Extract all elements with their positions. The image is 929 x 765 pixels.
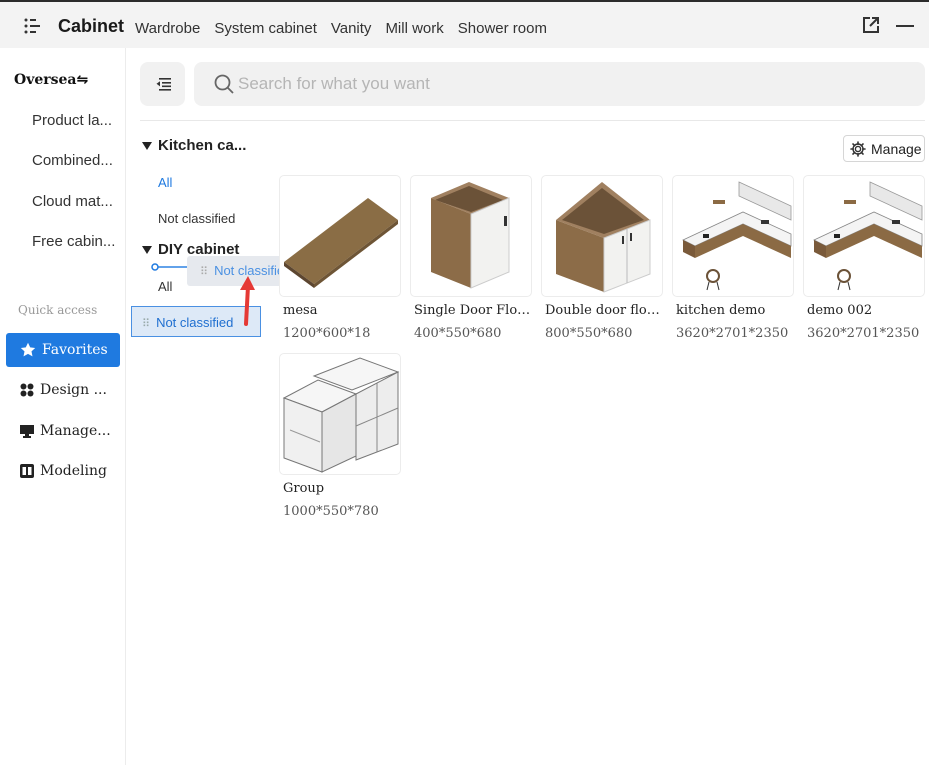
search-bar xyxy=(194,62,925,106)
product-thumbnail xyxy=(672,175,794,297)
nav-modeling[interactable]: Modeling xyxy=(6,454,120,488)
annotation-arrow-icon xyxy=(240,276,255,326)
product-thumbnail xyxy=(279,353,401,475)
collapse-panel-button[interactable] xyxy=(140,62,185,106)
drag-handle-icon: ⠿ xyxy=(200,266,209,278)
app-title: Cabinet xyxy=(58,16,125,36)
tab-shower-room[interactable]: Shower room xyxy=(458,20,547,37)
category-kitchen-label: Kitchen ca... xyxy=(158,137,247,154)
tab-vanity[interactable]: Vanity xyxy=(331,20,372,37)
sidebar-item-free-cabinet[interactable]: Free cabin... xyxy=(32,233,120,250)
title-bar: Cabinet Wardrobe System cabinet Vanity M… xyxy=(0,0,929,48)
nav-favorites-label: Favorites xyxy=(42,342,108,358)
sidebar: Oversea⇋ Product la... Combined... Cloud… xyxy=(0,48,126,765)
product-size: 3620*2701*2350 xyxy=(676,326,789,341)
category-diy-item-all[interactable]: All xyxy=(158,279,172,294)
product-thumbnail xyxy=(410,175,532,297)
product-size: 1000*550*780 xyxy=(283,504,379,519)
design-icon xyxy=(20,383,34,397)
product-card[interactable]: kitchen demo 3620*2701*2350 xyxy=(672,175,796,341)
product-thumbnail xyxy=(541,175,663,297)
manage-label: Manage xyxy=(871,140,922,157)
category-item-not-classified[interactable]: Not classified xyxy=(158,211,235,226)
popout-icon[interactable] xyxy=(862,16,880,34)
category-item-all[interactable]: All xyxy=(158,175,172,190)
sidebar-item-cloud-material[interactable]: Cloud mat... xyxy=(32,193,120,210)
star-icon xyxy=(20,342,36,357)
product-name: Double door floor c... xyxy=(545,303,665,318)
product-name: Single Door Floor ... xyxy=(414,303,534,318)
product-name: kitchen demo xyxy=(676,303,766,318)
product-size: 400*550*680 xyxy=(414,326,502,341)
monitor-icon xyxy=(20,425,34,438)
product-thumbnail xyxy=(279,175,401,297)
nav-modeling-label: Modeling xyxy=(40,463,107,479)
drop-indicator xyxy=(151,263,191,271)
drag-handle-icon[interactable]: ⠿ xyxy=(142,318,150,330)
nav-favorites[interactable]: Favorites xyxy=(6,333,120,367)
product-card[interactable]: mesa 1200*600*18 xyxy=(279,175,403,341)
product-size: 1200*600*18 xyxy=(283,326,371,341)
expand-triangle-icon xyxy=(142,245,152,254)
nav-design[interactable]: Design ... xyxy=(6,373,120,407)
search-input[interactable] xyxy=(238,62,898,106)
sidebar-item-combined[interactable]: Combined... xyxy=(32,152,120,169)
region-switch[interactable]: Oversea⇋ xyxy=(14,72,88,88)
dragged-item-label: Not classified xyxy=(156,315,234,330)
search-icon xyxy=(214,74,234,94)
product-name: demo 002 xyxy=(807,303,873,318)
product-name: Group xyxy=(283,481,325,496)
tab-mill-work[interactable]: Mill work xyxy=(385,20,443,37)
modeling-icon xyxy=(20,464,34,478)
tab-system-cabinet[interactable]: System cabinet xyxy=(214,20,317,37)
tab-wardrobe[interactable]: Wardrobe xyxy=(135,20,200,37)
product-size: 3620*2701*2350 xyxy=(807,326,920,341)
product-card[interactable]: Single Door Floor ... 400*550*680 xyxy=(410,175,534,341)
nav-manage-label: Manage... xyxy=(40,423,111,439)
product-name: mesa xyxy=(283,303,318,318)
product-card[interactable]: Group 1000*550*780 xyxy=(279,353,403,519)
product-size: 800*550*680 xyxy=(545,326,633,341)
product-card[interactable]: Double door floor c... 800*550*680 xyxy=(541,175,665,341)
gear-icon xyxy=(850,140,866,157)
menu-icon[interactable] xyxy=(24,18,42,34)
product-thumbnail xyxy=(803,175,925,297)
category-tabs: Wardrobe System cabinet Vanity Mill work… xyxy=(135,20,547,37)
product-card[interactable]: demo 002 3620*2701*2350 xyxy=(803,175,927,341)
divider xyxy=(140,120,925,121)
manage-button[interactable]: Manage xyxy=(843,135,925,162)
collapse-icon xyxy=(156,78,171,91)
nav-design-label: Design ... xyxy=(40,382,107,398)
swap-icon: ⇋ xyxy=(76,72,89,88)
sidebar-item-product-library[interactable]: Product la... xyxy=(32,112,120,129)
minimize-icon[interactable] xyxy=(896,16,914,34)
category-kitchen-cabinet[interactable]: Kitchen ca... xyxy=(142,137,246,154)
region-label: Oversea xyxy=(14,72,77,88)
nav-manage[interactable]: Manage... xyxy=(6,414,120,448)
quick-access-label: Quick access xyxy=(18,303,98,317)
expand-triangle-icon xyxy=(142,141,152,150)
